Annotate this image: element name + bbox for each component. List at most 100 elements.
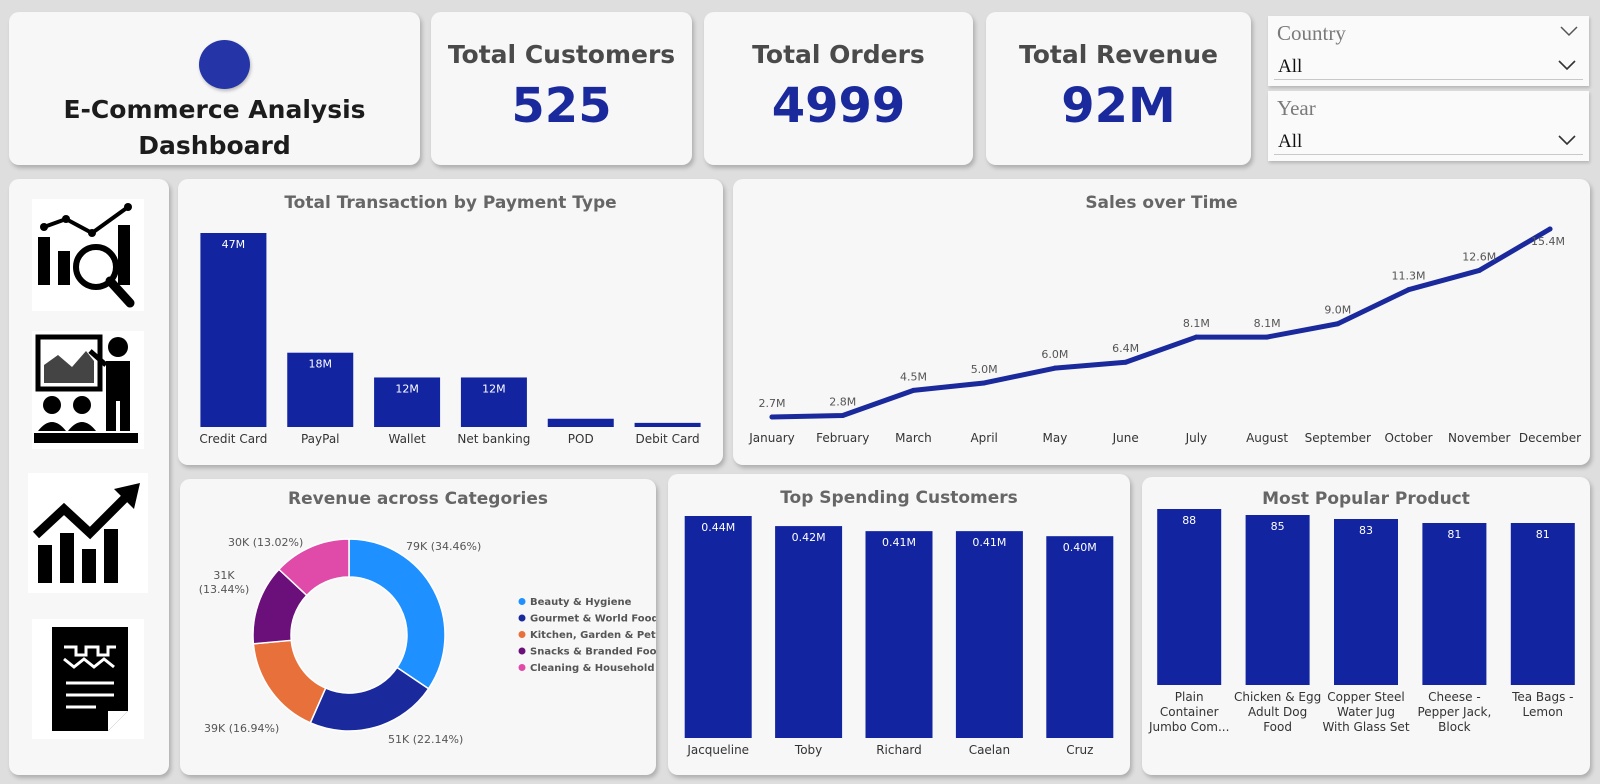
bar (865, 531, 933, 738)
data-label: 0.41M (882, 536, 916, 549)
data-label: 5.0M (971, 363, 998, 376)
payment-type-panel: Total Transaction by Payment Type 47M Cre… (178, 179, 723, 465)
kpi-card-total-revenue: Total Revenue 92M (986, 12, 1251, 165)
donut-slice (309, 666, 430, 732)
data-label: 81 (1447, 528, 1461, 541)
category-label: Lemon (1523, 705, 1564, 719)
year-dropdown-value: All (1278, 131, 1303, 152)
category-label: PayPal (301, 432, 340, 446)
category-label: Credit Card (199, 432, 267, 446)
data-point (1476, 267, 1482, 273)
category-label: Net banking (457, 432, 530, 446)
report-document-icon[interactable] (32, 619, 144, 739)
data-label: 83 (1359, 524, 1373, 537)
growth-chart-icon[interactable] (28, 473, 148, 593)
data-point (981, 380, 987, 386)
data-point (769, 414, 775, 420)
bar (955, 531, 1023, 738)
category-label: Richard (876, 743, 922, 757)
dashboard-title: E-Commerce Analysis Dashboard (9, 92, 420, 164)
top-customers-panel: Top Spending Customers 0.44M Jacqueline 0.… (668, 474, 1130, 775)
data-label: 85 (1271, 520, 1285, 533)
slice-label: 39K (16.94%) (204, 722, 279, 735)
collapse-chevron-icon[interactable] (1559, 24, 1579, 38)
category-label: Container (1160, 705, 1219, 719)
data-label: 6.4M (1112, 342, 1139, 355)
data-label: 12.6M (1462, 250, 1496, 263)
chevron-down-icon (1558, 135, 1576, 146)
products-bar-chart: 88 PlainContainerJumbo Com... 85 Chicken & … (1148, 509, 1575, 734)
x-tick-label: July (1185, 431, 1208, 445)
category-label: Pepper Jack, (1417, 705, 1491, 719)
bar (775, 526, 843, 738)
logo-circle-icon (199, 40, 250, 89)
presentation-icon[interactable] (32, 331, 144, 449)
dashboard-title-line2: Dashboard (138, 131, 291, 160)
dashboard-title-card: E-Commerce Analysis Dashboard (9, 12, 420, 165)
legend-marker (518, 598, 526, 605)
data-label: 2.8M (829, 396, 856, 409)
data-label: 6.0M (1041, 348, 1068, 361)
category-label: Caelan (969, 743, 1010, 757)
category-label: Tea Bags - (1511, 690, 1573, 704)
x-tick-label: June (1112, 431, 1139, 445)
bar (684, 516, 752, 738)
data-label: 88 (1182, 514, 1196, 527)
x-tick-label: February (816, 431, 869, 445)
legend-label: Snacks & Branded Foods (530, 647, 656, 658)
category-label: Food (1263, 720, 1292, 734)
legend-marker (518, 664, 526, 671)
bar (547, 418, 614, 427)
data-label: 81 (1536, 528, 1550, 541)
x-tick-label: November (1448, 431, 1510, 445)
data-point (1123, 359, 1129, 365)
popular-products-panel: Most Popular Product 88 Plain Container Jum… (1142, 477, 1590, 775)
category-donut-chart: 79K (34.46%) 51K (22.14%) 39K (16.94%) 31K(… (199, 536, 656, 746)
x-tick-label: December (1519, 431, 1581, 445)
legend-label: Kitchen, Garden & Pets (530, 630, 656, 641)
sales-line-chart: 2.7M January 2.8M February 4.5M March 5.0M Apri… (748, 226, 1581, 445)
data-point (840, 413, 846, 419)
x-tick-label: March (895, 431, 932, 445)
data-label: 8.1M (1254, 317, 1281, 330)
slice-label: (13.44%) (199, 583, 250, 596)
legend-label: Beauty & Hygiene (530, 597, 632, 608)
slice-label: 30K (13.02%) (228, 536, 303, 549)
category-label: With Glass Set (1322, 720, 1409, 734)
category-label: Jumbo Com... (1148, 720, 1229, 734)
category-label: POD (568, 432, 594, 446)
kpi-value-total-orders: 4999 (771, 78, 906, 134)
year-dropdown[interactable]: All (1274, 127, 1583, 155)
data-point (1406, 287, 1412, 293)
data-point (1264, 334, 1270, 340)
country-dropdown[interactable]: All (1274, 52, 1583, 80)
category-label: Copper Steel (1327, 690, 1405, 704)
data-point (1052, 365, 1058, 371)
category-label: Adult Dog (1248, 705, 1307, 719)
analytics-magnifier-icon[interactable] (32, 199, 144, 311)
legend-marker (518, 647, 526, 655)
legend-label: Gourmet & World Food (530, 614, 656, 625)
data-label: 18M (309, 358, 333, 371)
kpi-label-total-revenue: Total Revenue (1018, 40, 1218, 69)
bar (1334, 519, 1398, 685)
category-label: Chicken & Egg (1234, 690, 1321, 704)
category-label: Cheese - (1428, 690, 1481, 704)
country-slicer: Country All (1268, 16, 1589, 86)
country-dropdown-value: All (1278, 56, 1303, 77)
kpi-card-total-customers: Total Customers 525 (431, 12, 692, 165)
x-tick-label: August (1246, 431, 1288, 445)
data-label: 9.0M (1324, 304, 1351, 317)
category-label: Wallet (388, 432, 426, 446)
series-line (769, 226, 1553, 420)
category-label: Debit Card (635, 432, 699, 446)
bar (1510, 523, 1575, 685)
x-tick-label: May (1043, 431, 1068, 445)
bar (1422, 523, 1487, 685)
kpi-label-total-customers: Total Customers (447, 40, 676, 69)
data-point (910, 387, 916, 393)
data-label: 0.40M (1063, 541, 1097, 554)
donut-slice (348, 538, 446, 690)
data-label: 0.41M (972, 536, 1006, 549)
legend-marker (518, 614, 526, 622)
